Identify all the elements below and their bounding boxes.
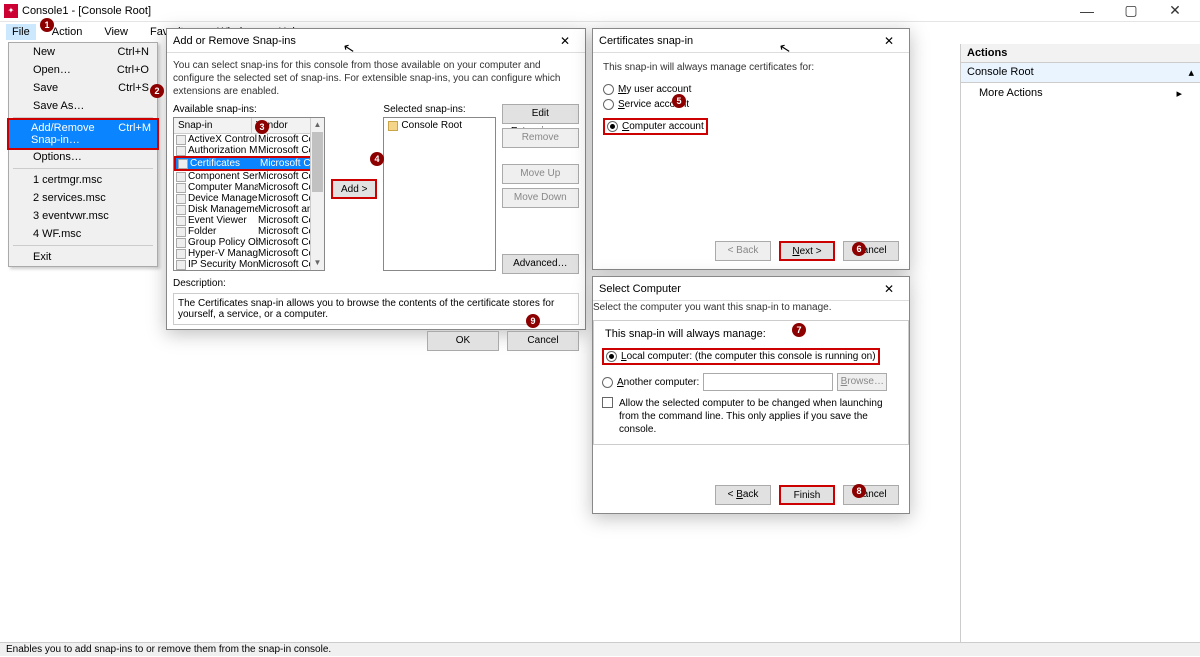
minimize-button[interactable]: — <box>1072 1 1102 21</box>
dialog-title: Certificates snap-in <box>599 35 693 47</box>
close-icon[interactable]: ✕ <box>551 34 579 48</box>
menu-mru-1[interactable]: 1 certmgr.msc <box>9 171 157 189</box>
menu-open[interactable]: Open…Ctrl+O <box>9 61 157 79</box>
browse-button: Browse… <box>837 373 887 391</box>
dialog-title: Select Computer <box>599 283 681 295</box>
allow-change-checkbox[interactable] <box>602 397 613 408</box>
menu-exit[interactable]: Exit <box>9 248 157 266</box>
maximize-button[interactable]: ▢ <box>1116 1 1146 21</box>
chevron-right-icon: ▸ <box>1176 87 1182 100</box>
another-computer-input[interactable] <box>703 373 833 391</box>
snapin-row[interactable]: Disk ManagementMicrosoft and… <box>174 204 324 215</box>
snapin-row[interactable]: Event ViewerMicrosoft Cor… <box>174 215 324 226</box>
dialog-text: This snap-in will always manage certific… <box>603 61 899 74</box>
available-label: Available snap-ins: <box>173 104 325 115</box>
tutorial-badge-3: 3 <box>255 120 269 134</box>
menu-view[interactable]: View <box>98 24 134 40</box>
tutorial-badge-9: 9 <box>526 314 540 328</box>
back-button: < Back <box>715 241 771 261</box>
close-icon[interactable]: ✕ <box>875 282 903 296</box>
console-root-node[interactable]: Console Root <box>384 118 494 133</box>
snapin-row[interactable]: Group Policy Object…Microsoft Cor… <box>174 237 324 248</box>
move-down-button: Move Down <box>502 188 579 208</box>
tutorial-badge-8: 8 <box>852 484 866 498</box>
actions-header: Actions <box>961 44 1200 63</box>
menu-save[interactable]: SaveCtrl+S <box>9 79 157 97</box>
ok-button[interactable]: OK <box>427 331 499 351</box>
remove-button: Remove <box>502 128 579 148</box>
snapin-row[interactable]: Authorization Manag…Microsoft Cor… <box>174 145 324 156</box>
menu-add-remove-snapin[interactable]: Add/Remove Snap-in…Ctrl+M <box>7 118 159 150</box>
available-snapins-list[interactable]: Snap-inVendor ActiveX ControlMicrosoft C… <box>173 117 325 271</box>
snapin-row[interactable]: CertificatesMicrosoft Cor… <box>174 156 324 171</box>
add-remove-snapins-dialog: Add or Remove Snap-ins ✕ You can select … <box>166 28 586 330</box>
radio-my-user-account[interactable]: My user account <box>603 84 899 95</box>
close-icon[interactable]: ✕ <box>875 34 903 48</box>
menu-file[interactable]: File <box>6 24 36 40</box>
mmc-icon: ✦ <box>4 4 18 18</box>
file-dropdown: NewCtrl+N Open…Ctrl+O SaveCtrl+S Save As… <box>8 42 158 267</box>
tutorial-badge-4: 4 <box>370 152 384 166</box>
window-title: Console1 - [Console Root] <box>22 5 1072 17</box>
menu-options[interactable]: Options… <box>9 148 157 166</box>
snapin-row[interactable]: ActiveX ControlMicrosoft Cor… <box>174 134 324 145</box>
radio-another-computer[interactable]: Another computer: Browse… <box>602 373 900 391</box>
back-button[interactable]: < Back <box>715 485 771 505</box>
move-up-button: Move Up <box>502 164 579 184</box>
menu-mru-4[interactable]: 4 WF.msc <box>9 225 157 243</box>
close-button[interactable]: ✕ <box>1160 1 1190 21</box>
advanced-button[interactable]: Advanced… <box>502 254 579 274</box>
radio-computer-account[interactable]: Computer account <box>603 118 708 135</box>
dialog-title: Add or Remove Snap-ins <box>173 35 296 47</box>
radio-service-account[interactable]: Service account <box>603 99 899 110</box>
snapin-row[interactable]: FolderMicrosoft Cor… <box>174 226 324 237</box>
next-button[interactable]: Next > <box>779 241 835 261</box>
finish-button[interactable]: Finish <box>779 485 835 505</box>
snapin-row[interactable]: IP Security MonitorMicrosoft Cor… <box>174 259 324 270</box>
tutorial-badge-2: 2 <box>150 84 164 98</box>
description-label: Description: <box>173 278 579 289</box>
tutorial-badge-1: 1 <box>40 18 54 32</box>
radio-local-computer[interactable]: Local computer: (the computer this conso… <box>602 348 880 365</box>
snapin-row[interactable]: Hyper-V ManagerMicrosoft Cor… <box>174 248 324 259</box>
tutorial-badge-7: 7 <box>792 323 806 337</box>
group-label: This snap-in will always manage: <box>602 328 769 340</box>
edit-extensions-button[interactable]: Edit Extensions… <box>502 104 579 124</box>
add-button[interactable]: Add > <box>331 179 377 199</box>
actions-pane: Actions Console Root▴ More Actions▸ <box>960 44 1200 642</box>
snapin-row[interactable]: Computer Managem…Microsoft Cor… <box>174 182 324 193</box>
snapin-row[interactable]: IP Security Policy M…Microsoft Cor… <box>174 270 324 271</box>
snapin-row[interactable]: Component ServicesMicrosoft Cor… <box>174 171 324 182</box>
actions-console-root[interactable]: Console Root▴ <box>961 63 1200 83</box>
menu-new[interactable]: NewCtrl+N <box>9 43 157 61</box>
actions-more[interactable]: More Actions▸ <box>961 83 1200 104</box>
menu-mru-2[interactable]: 2 services.msc <box>9 189 157 207</box>
dialog-desc: You can select snap-ins for this console… <box>173 59 579 98</box>
selected-label: Selected snap-ins: <box>383 104 495 115</box>
certificates-snapin-dialog: Certificates snap-in ✕ This snap-in will… <box>592 28 910 270</box>
tutorial-badge-5: 5 <box>672 94 686 108</box>
cancel-button[interactable]: Cancel <box>507 331 579 351</box>
collapse-icon[interactable]: ▴ <box>1188 66 1194 79</box>
tutorial-badge-6: 6 <box>852 242 866 256</box>
snapin-row[interactable]: Device ManagerMicrosoft Cor… <box>174 193 324 204</box>
statusbar: Enables you to add snap-ins to or remove… <box>0 642 1200 656</box>
allow-change-label: Allow the selected computer to be change… <box>619 397 900 436</box>
menu-mru-3[interactable]: 3 eventvwr.msc <box>9 207 157 225</box>
folder-icon <box>388 121 398 131</box>
titlebar: ✦ Console1 - [Console Root] — ▢ ✕ <box>0 0 1200 22</box>
selected-snapins-tree[interactable]: Console Root <box>383 117 495 271</box>
select-computer-dialog: Select Computer ✕ Select the computer yo… <box>592 276 910 514</box>
dialog-text: Select the computer you want this snap-i… <box>593 301 909 314</box>
scrollbar[interactable]: ▲▼ <box>310 118 324 270</box>
menu-save-as[interactable]: Save As… <box>9 97 157 115</box>
description-box: The Certificates snap-in allows you to b… <box>173 293 579 325</box>
